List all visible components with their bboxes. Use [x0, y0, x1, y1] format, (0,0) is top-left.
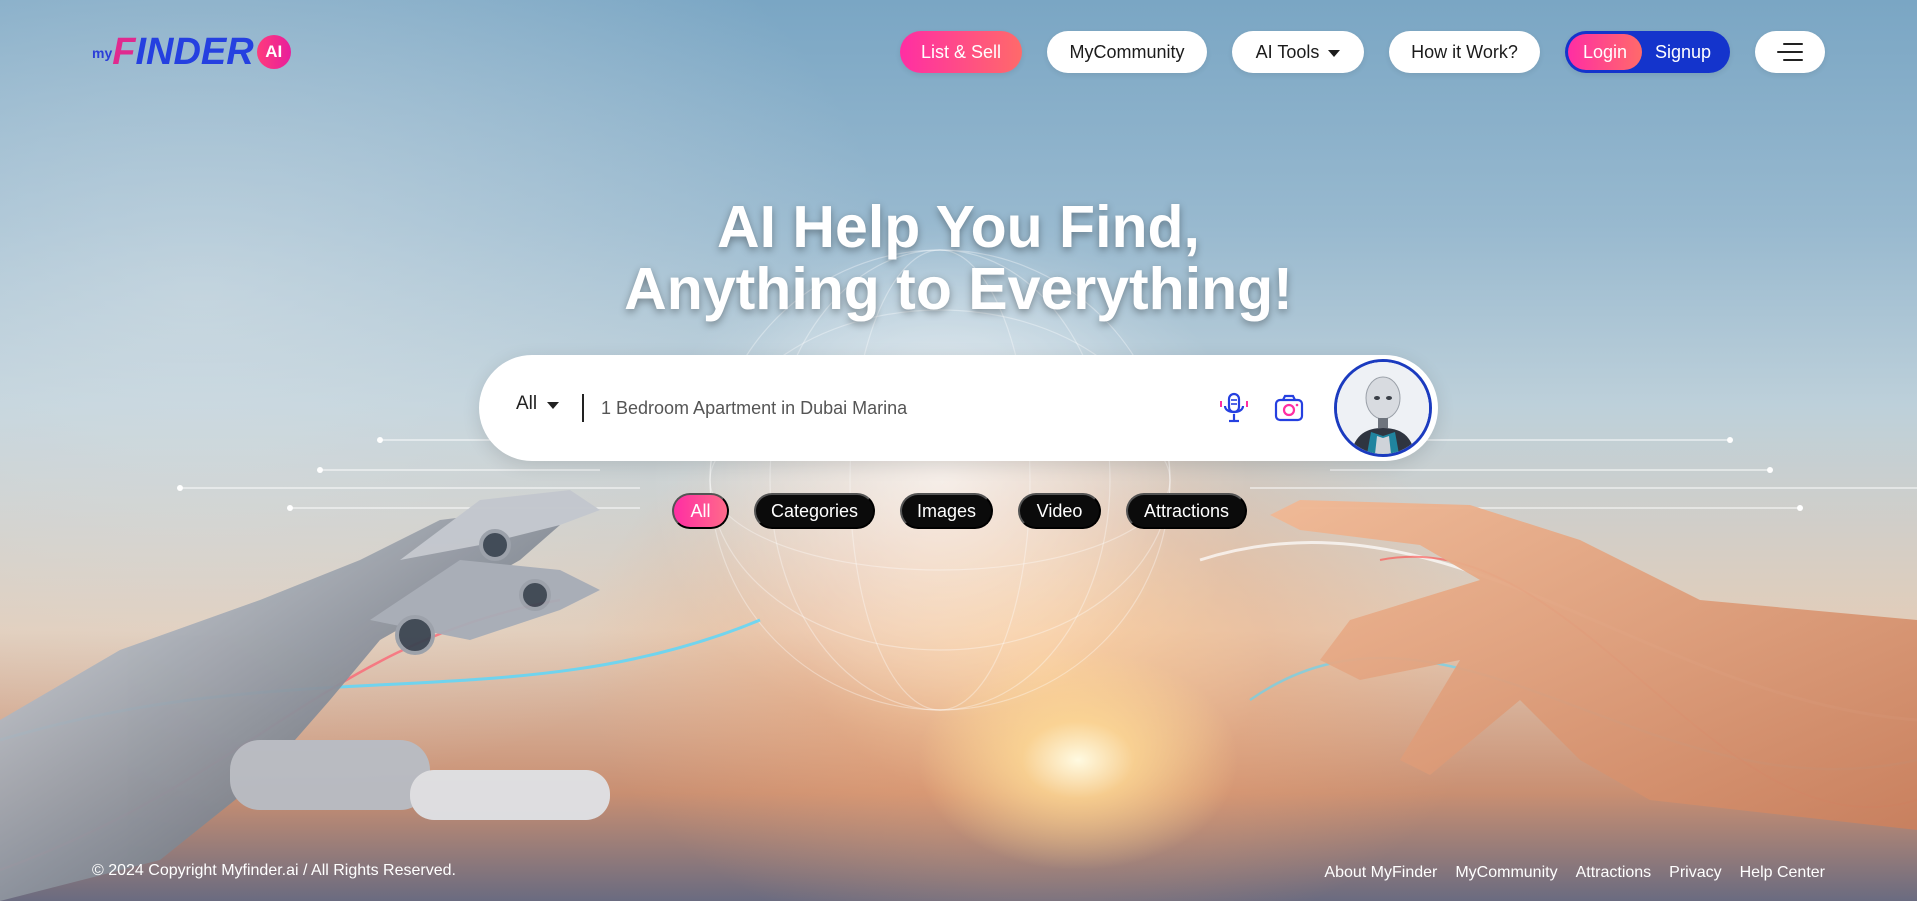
ai-tools-label: AI Tools — [1255, 41, 1320, 62]
filter-all[interactable]: All — [672, 493, 729, 529]
logo-my-text: my — [92, 45, 113, 61]
search-bar: All — [479, 355, 1438, 461]
microphone-icon[interactable] — [1219, 392, 1249, 424]
signup-button[interactable]: Signup — [1655, 42, 1711, 63]
filter-categories[interactable]: Categories — [754, 493, 875, 529]
auth-group: Login Signup — [1565, 31, 1730, 73]
footer-links: About MyFinder MyCommunity Attractions P… — [1306, 864, 1825, 882]
login-button[interactable]: Login — [1568, 34, 1642, 70]
hamburger-menu-icon — [1777, 43, 1803, 61]
search-scope-select[interactable]: All — [516, 393, 560, 415]
list-sell-button[interactable]: List & Sell — [900, 31, 1022, 73]
brand-logo[interactable]: my FINDER AI — [92, 22, 291, 82]
camera-icon[interactable] — [1274, 394, 1304, 422]
how-it-works-button[interactable]: How it Work? — [1389, 31, 1540, 73]
ai-tools-dropdown[interactable]: AI Tools — [1232, 31, 1364, 73]
footer-link-mycommunity[interactable]: MyCommunity — [1455, 864, 1557, 882]
caret-down-icon — [1328, 49, 1341, 57]
footer-link-help-center[interactable]: Help Center — [1740, 864, 1825, 882]
search-divider — [582, 394, 584, 422]
hero-title: AI Help You Find, Anything to Everything… — [0, 196, 1917, 320]
robot-avatar[interactable] — [1334, 359, 1432, 457]
logo-f-letter: F — [112, 30, 136, 73]
filter-images[interactable]: Images — [900, 493, 993, 529]
footer-link-attractions[interactable]: Attractions — [1576, 864, 1652, 882]
hero-title-line1: AI Help You Find, — [717, 194, 1200, 260]
mycommunity-button[interactable]: MyCommunity — [1047, 31, 1207, 73]
logo-finder-text: FINDER — [112, 31, 253, 74]
footer-link-privacy[interactable]: Privacy — [1669, 864, 1721, 882]
hero-title-line2: Anything to Everything! — [624, 256, 1293, 322]
filter-attractions[interactable]: Attractions — [1126, 493, 1247, 529]
caret-down-icon — [547, 402, 560, 409]
logo-finder-rest: INDER — [135, 30, 254, 73]
search-input[interactable] — [601, 388, 1181, 428]
footer-link-about[interactable]: About MyFinder — [1324, 864, 1437, 882]
robot-face-icon — [1337, 362, 1429, 454]
logo-ai-badge: AI — [256, 35, 291, 69]
hamburger-menu-button[interactable] — [1755, 31, 1825, 73]
filter-video[interactable]: Video — [1018, 493, 1101, 529]
search-scope-label: All — [516, 393, 538, 414]
copyright-text: © 2024 Copyright Myfinder.ai / All Right… — [92, 862, 456, 879]
